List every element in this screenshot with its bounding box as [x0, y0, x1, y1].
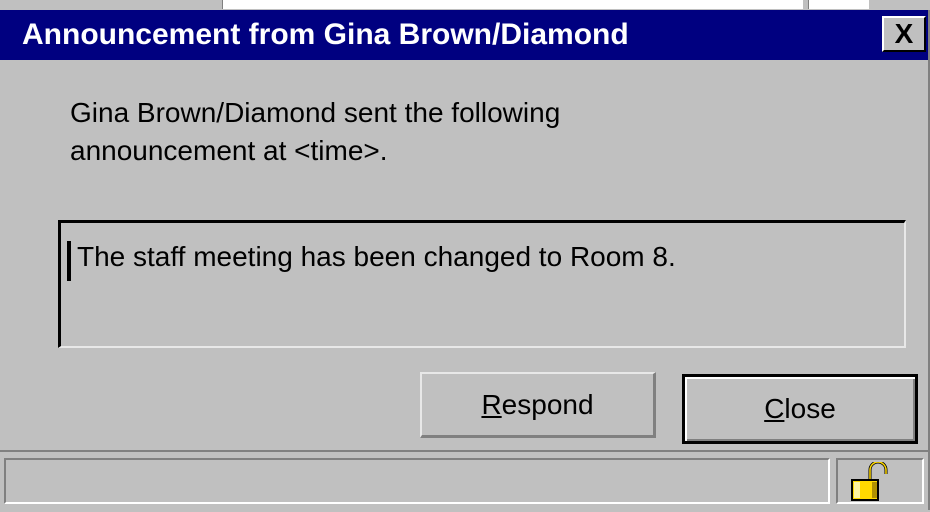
status-text-pane — [4, 458, 830, 504]
text-caret — [67, 241, 71, 281]
status-lock-pane — [836, 458, 924, 504]
close-button-label: Close — [764, 393, 836, 424]
announcement-dialog: Announcement from Gina Brown/Diamond X G… — [0, 10, 930, 510]
close-icon: X — [894, 18, 914, 49]
announcement-text: The staff meeting has been changed to Ro… — [77, 241, 676, 272]
announcement-info: Gina Brown/Diamond sent the following an… — [70, 94, 850, 170]
title-bar[interactable]: Announcement from Gina Brown/Diamond X — [0, 10, 928, 60]
background-cell — [808, 0, 869, 9]
background-cell — [222, 0, 803, 9]
respond-button[interactable]: Respond — [420, 372, 656, 438]
info-line-1: Gina Brown/Diamond sent the following — [70, 97, 561, 128]
unlocked-padlock-icon — [851, 462, 888, 501]
respond-button-label: Respond — [481, 388, 594, 420]
dialog-title: Announcement from Gina Brown/Diamond — [22, 18, 629, 51]
close-button[interactable]: Close — [682, 374, 918, 444]
info-line-2: announcement at <time>. — [70, 135, 388, 166]
status-bar — [0, 450, 928, 510]
announcement-text-box[interactable]: The staff meeting has been changed to Ro… — [58, 220, 906, 348]
close-window-button[interactable]: X — [882, 16, 926, 52]
